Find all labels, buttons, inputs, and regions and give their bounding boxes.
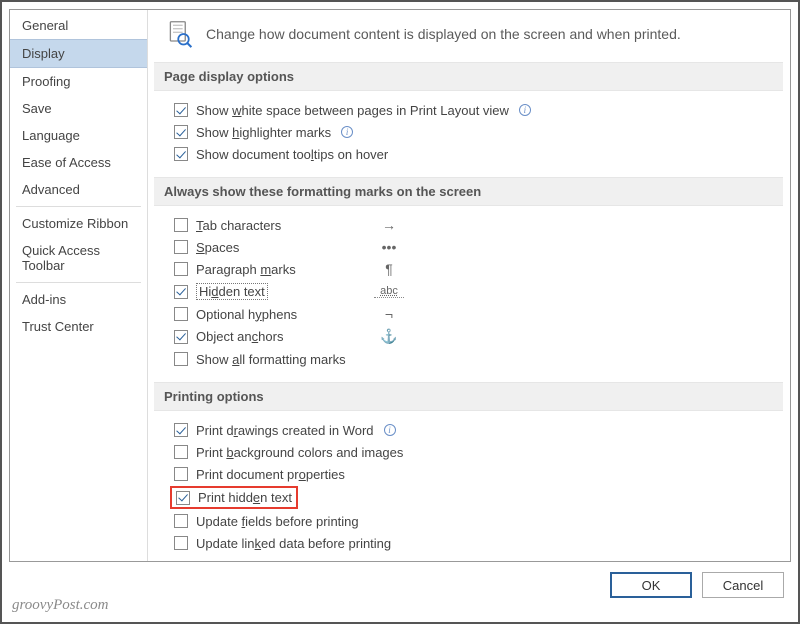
- page-header: Change how document content is displayed…: [154, 10, 783, 62]
- checkbox[interactable]: [174, 262, 188, 276]
- checkbox[interactable]: [174, 218, 188, 232]
- option-label[interactable]: Show highlighter marks: [196, 125, 331, 140]
- formatting-mark-symbol: •••: [374, 239, 404, 255]
- option-row: Show highlighter marks: [154, 121, 783, 143]
- checkbox[interactable]: [174, 423, 188, 437]
- sidebar-item-customize-ribbon[interactable]: Customize Ribbon: [10, 210, 147, 237]
- section-header-page-display: Page display options: [154, 62, 783, 91]
- checkbox[interactable]: [174, 307, 188, 321]
- option-row: Update linked data before printing: [154, 532, 783, 554]
- checkbox[interactable]: [174, 536, 188, 550]
- checkbox[interactable]: [174, 125, 188, 139]
- option-label[interactable]: Object anchors: [196, 329, 326, 344]
- sidebar-item-proofing[interactable]: Proofing: [10, 68, 147, 95]
- info-icon[interactable]: [384, 424, 396, 436]
- content-scroll[interactable]: Change how document content is displayed…: [148, 10, 783, 561]
- option-label[interactable]: Print hidden text: [198, 490, 292, 505]
- option-label[interactable]: Paragraph marks: [196, 262, 326, 277]
- option-row: Update fields before printing: [154, 510, 783, 532]
- option-row: Tab characters →: [154, 214, 783, 236]
- display-icon: [166, 20, 194, 48]
- option-row: Object anchors ⚓: [154, 325, 783, 348]
- checkbox[interactable]: [174, 352, 188, 366]
- option-label[interactable]: Show document tooltips on hover: [196, 147, 388, 162]
- cancel-button[interactable]: Cancel: [702, 572, 784, 598]
- option-label[interactable]: Print drawings created in Word: [196, 423, 374, 438]
- section-header-printing: Printing options: [154, 382, 783, 411]
- sidebar-item-language[interactable]: Language: [10, 122, 147, 149]
- checkbox[interactable]: [174, 467, 188, 481]
- option-label[interactable]: Update fields before printing: [196, 514, 359, 529]
- options-dialog: GeneralDisplayProofingSaveLanguageEase o…: [9, 9, 791, 562]
- sidebar-item-trust-center[interactable]: Trust Center: [10, 313, 147, 340]
- checkbox[interactable]: [174, 445, 188, 459]
- dialog-button-bar: OK Cancel: [610, 572, 784, 598]
- formatting-mark-symbol: abc: [374, 285, 404, 298]
- sidebar-item-display[interactable]: Display: [10, 39, 147, 68]
- option-row: Print drawings created in Word: [154, 419, 783, 441]
- content-area: Change how document content is displayed…: [148, 10, 790, 561]
- option-row: Hidden text abc: [154, 280, 783, 303]
- option-row: Print document properties: [154, 463, 783, 485]
- watermark-text: groovyPost.com: [12, 597, 109, 614]
- section-header-formatting-marks: Always show these formatting marks on th…: [154, 177, 783, 206]
- checkbox[interactable]: [174, 514, 188, 528]
- checkbox[interactable]: [174, 103, 188, 117]
- formatting-mark-symbol: ¬: [374, 306, 404, 322]
- option-label[interactable]: Tab characters: [196, 218, 326, 233]
- ok-button[interactable]: OK: [610, 572, 692, 598]
- option-row: Spaces •••: [154, 236, 783, 258]
- option-label[interactable]: Show white space between pages in Print …: [196, 103, 509, 118]
- formatting-mark-symbol: ¶: [374, 261, 404, 277]
- checkbox[interactable]: [174, 285, 188, 299]
- option-row: Show document tooltips on hover: [154, 143, 783, 165]
- sidebar-item-save[interactable]: Save: [10, 95, 147, 122]
- highlighted-option: Print hidden text: [170, 486, 298, 509]
- checkbox[interactable]: [174, 240, 188, 254]
- category-sidebar: GeneralDisplayProofingSaveLanguageEase o…: [10, 10, 148, 561]
- page-title: Change how document content is displayed…: [206, 26, 681, 42]
- checkbox[interactable]: [174, 147, 188, 161]
- option-label[interactable]: Show all formatting marks: [196, 352, 346, 367]
- sidebar-separator: [16, 282, 141, 283]
- sidebar-item-quick-access-toolbar[interactable]: Quick Access Toolbar: [10, 237, 147, 279]
- option-row: Paragraph marks ¶: [154, 258, 783, 280]
- checkbox[interactable]: [176, 491, 190, 505]
- options-dialog-frame: GeneralDisplayProofingSaveLanguageEase o…: [0, 0, 800, 624]
- option-label[interactable]: Optional hyphens: [196, 307, 326, 322]
- sidebar-item-general[interactable]: General: [10, 12, 147, 39]
- option-row: Print background colors and images: [154, 441, 783, 463]
- info-icon[interactable]: [341, 126, 353, 138]
- formatting-mark-symbol: ⚓: [374, 328, 404, 345]
- option-label[interactable]: Update linked data before printing: [196, 536, 391, 551]
- sidebar-item-advanced[interactable]: Advanced: [10, 176, 147, 203]
- option-label[interactable]: Print background colors and images: [196, 445, 403, 460]
- sidebar-separator: [16, 206, 141, 207]
- checkbox[interactable]: [174, 330, 188, 344]
- info-icon[interactable]: [519, 104, 531, 116]
- sidebar-item-ease-of-access[interactable]: Ease of Access: [10, 149, 147, 176]
- option-label[interactable]: Print document properties: [196, 467, 345, 482]
- option-label[interactable]: Spaces: [196, 240, 326, 255]
- option-row: Show white space between pages in Print …: [154, 99, 783, 121]
- sidebar-item-add-ins[interactable]: Add-ins: [10, 286, 147, 313]
- option-row: Show all formatting marks: [154, 348, 783, 370]
- option-row: Optional hyphens ¬: [154, 303, 783, 325]
- formatting-mark-symbol: →: [374, 217, 404, 233]
- option-label[interactable]: Hidden text: [196, 283, 326, 300]
